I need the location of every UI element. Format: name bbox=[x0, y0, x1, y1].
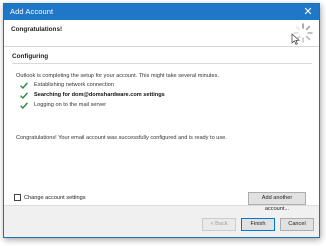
add-another-account-button[interactable]: Add another account... bbox=[248, 192, 306, 212]
title-bar: Add Account ✕ bbox=[4, 4, 319, 20]
back-button[interactable]: < Back bbox=[202, 218, 236, 231]
setup-steps: Establishing network connection Searchin… bbox=[20, 81, 300, 111]
setup-step: Logging on to the mail server bbox=[20, 101, 300, 111]
setup-step-label: Logging on to the mail server bbox=[34, 102, 107, 108]
window-title: Add Account bbox=[10, 7, 54, 16]
setup-step-label: Searching for dom@domshardware.com setti… bbox=[34, 92, 165, 98]
change-settings-checkbox[interactable] bbox=[14, 194, 21, 201]
check-icon bbox=[20, 102, 28, 109]
setup-step: Searching for dom@domshardware.com setti… bbox=[20, 91, 300, 101]
intro-text: Outlook is completing the setup for your… bbox=[16, 73, 219, 79]
section-title: Configuring bbox=[12, 53, 49, 60]
check-icon bbox=[20, 82, 28, 89]
add-account-dialog: Add Account ✕ Congratulations! Configuri… bbox=[3, 3, 320, 238]
change-settings-label[interactable]: Change account settings bbox=[24, 195, 86, 201]
section-divider bbox=[12, 63, 312, 64]
setup-step-label: Establishing network connection bbox=[34, 82, 114, 88]
footer-divider bbox=[4, 205, 319, 206]
busy-spinner-icon bbox=[291, 23, 313, 45]
close-icon[interactable]: ✕ bbox=[301, 5, 315, 19]
header-heading: Congratulations! bbox=[11, 26, 63, 33]
success-message: Congratulations! Your email account was … bbox=[16, 135, 227, 141]
finish-button[interactable]: Finish bbox=[241, 218, 275, 231]
cancel-button[interactable]: Cancel bbox=[280, 218, 314, 231]
setup-step: Establishing network connection bbox=[20, 81, 300, 91]
dialog-header: Congratulations! bbox=[4, 20, 319, 47]
check-icon bbox=[20, 92, 28, 99]
configuring-panel: Configuring Outlook is completing the se… bbox=[4, 47, 319, 212]
